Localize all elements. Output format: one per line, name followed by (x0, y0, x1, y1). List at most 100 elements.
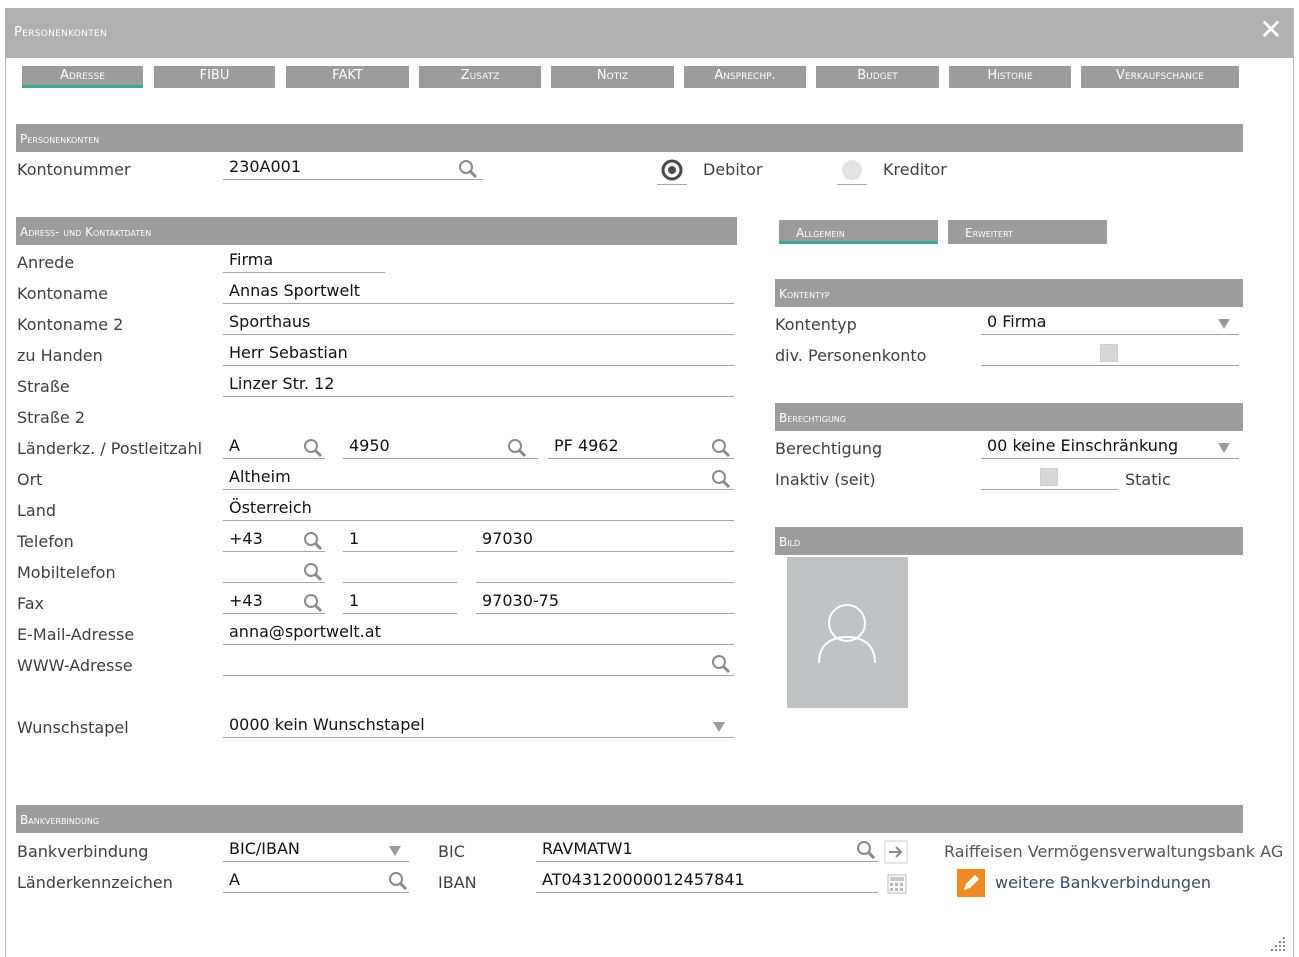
tab-fakt[interactable]: FAKT (286, 66, 409, 88)
static-label: Static (1125, 470, 1171, 489)
land-field[interactable]: Österreich (223, 497, 734, 521)
personenkonten-window: Personenkonten ✕ Adresse FIBU FAKT Zusat… (5, 8, 1294, 957)
search-icon[interactable] (710, 653, 732, 675)
div-personenkonto-label: div. Personenkonto (775, 346, 927, 365)
www-label: WWW-Adresse (17, 656, 133, 675)
ort-label: Ort (17, 470, 43, 489)
tab-fibu[interactable]: FIBU (154, 66, 275, 88)
tab-historie[interactable]: Historie (949, 66, 1071, 88)
calculator-icon[interactable] (886, 873, 908, 895)
kreditor-underline (837, 184, 867, 185)
laenderkennzeichen-field[interactable]: A (223, 869, 409, 893)
arrow-right-icon[interactable] (884, 840, 908, 864)
mobil-label: Mobiltelefon (17, 563, 116, 582)
title-bar: Personenkonten ✕ (6, 8, 1293, 58)
search-icon[interactable] (302, 437, 324, 459)
land-label: Land (17, 501, 57, 520)
div-personenkonto-checkbox[interactable] (1100, 344, 1118, 362)
search-icon[interactable] (710, 468, 732, 490)
zuhanden-label: zu Handen (17, 346, 103, 365)
plz-label: Länderkz. / Postleitzahl (17, 439, 203, 458)
inaktiv-checkbox[interactable] (1040, 468, 1058, 486)
chevron-down-icon[interactable] (712, 721, 726, 733)
search-icon[interactable] (302, 530, 324, 552)
kontoname-label: Kontoname (17, 284, 109, 303)
tab-budget[interactable]: Budget (816, 66, 939, 88)
section-adress: Adress- und Kontaktdaten (16, 217, 737, 245)
tab-notiz[interactable]: Notiz (551, 66, 674, 88)
subtab-erweitert[interactable]: Erweitert (948, 220, 1107, 244)
kontentyp-label: Kontentyp (775, 315, 857, 334)
search-icon[interactable] (302, 561, 324, 583)
laenderkennzeichen-label: Länderkennzeichen (17, 873, 173, 892)
section-bank: Bankverbindung (16, 805, 1243, 833)
iban-field[interactable]: AT043120000012457841 (536, 869, 878, 893)
anrede-field[interactable]: Firma (223, 249, 385, 273)
chevron-down-icon[interactable] (388, 845, 402, 857)
fax-label: Fax (17, 594, 45, 613)
kontoname-field[interactable]: Annas Sportwelt (223, 280, 734, 304)
telefon-label: Telefon (17, 532, 74, 551)
fax-number-field[interactable]: 97030-75 (476, 590, 734, 614)
subtab-allgemein[interactable]: Allgemein (779, 220, 938, 244)
bic-field[interactable]: RAVMATW1 (536, 838, 878, 862)
strasse2-label: Straße 2 (17, 408, 85, 427)
section-kontentyp: Kontentyp (775, 279, 1243, 307)
anrede-label: Anrede (17, 253, 75, 272)
strasse-field[interactable]: Linzer Str. 12 (223, 373, 734, 397)
tab-zusatz[interactable]: Zusatz (419, 66, 541, 88)
strasse-label: Straße (17, 377, 70, 396)
mobil-number-field[interactable] (476, 559, 734, 583)
search-icon[interactable] (302, 592, 324, 614)
berechtigung-select[interactable]: 00 keine Einschränkung (981, 435, 1239, 459)
inaktiv-label: Inaktiv (seit) (775, 470, 876, 489)
wunschstapel-select[interactable]: 0000 kein Wunschstapel (223, 714, 734, 738)
search-icon[interactable] (457, 158, 479, 180)
fax-area-field[interactable]: 1 (343, 590, 457, 614)
email-field[interactable]: anna@sportwelt.at (223, 621, 734, 645)
debitor-label: Debitor (703, 160, 763, 179)
resize-grip-icon[interactable] (1267, 933, 1287, 953)
debitor-underline (657, 184, 687, 185)
person-icon (818, 604, 876, 664)
wunschstapel-label: Wunschstapel (17, 718, 129, 737)
iban-label: IBAN (438, 873, 477, 892)
kontoname2-field[interactable]: Sporthaus (223, 311, 734, 335)
window-title: Personenkonten (14, 25, 108, 40)
kreditor-label: Kreditor (883, 160, 947, 179)
strasse2-field[interactable] (223, 404, 734, 428)
search-icon[interactable] (855, 839, 877, 861)
bank-name: Raiffeisen Vermögensverwaltungsbank AG (944, 842, 1284, 861)
email-label: E-Mail-Adresse (17, 625, 135, 644)
postfach-field[interactable]: PF 4962 (548, 435, 734, 459)
section-bild: Bild (775, 527, 1243, 555)
bankverbindung-label: Bankverbindung (17, 842, 149, 861)
mobil-area-field[interactable] (343, 559, 457, 583)
search-icon[interactable] (506, 437, 528, 459)
chevron-down-icon[interactable] (1217, 318, 1231, 330)
zuhanden-field[interactable]: Herr Sebastian (223, 342, 734, 366)
weitere-bankverbindungen-link[interactable]: weitere Bankverbindungen (995, 873, 1211, 892)
www-field[interactable] (223, 652, 734, 676)
close-icon[interactable]: ✕ (1256, 15, 1286, 45)
kontoname2-label: Kontoname 2 (17, 315, 124, 334)
berechtigung-label: Berechtigung (775, 439, 883, 458)
tab-ansprechp[interactable]: Ansprechp. (684, 66, 806, 88)
ort-field[interactable]: Altheim (223, 466, 734, 490)
search-icon[interactable] (710, 437, 732, 459)
chevron-down-icon[interactable] (1217, 442, 1231, 454)
debitor-radio[interactable] (661, 159, 683, 181)
avatar[interactable] (787, 557, 908, 708)
kontonummer-field[interactable]: 230A001 (223, 156, 483, 180)
edit-icon[interactable] (957, 869, 985, 897)
tab-adresse[interactable]: Adresse (22, 66, 143, 88)
kreditor-radio[interactable] (841, 159, 863, 181)
bic-label: BIC (438, 842, 465, 861)
section-berechtigung: Berechtigung (775, 403, 1243, 431)
telefon-area-field[interactable]: 1 (343, 528, 457, 552)
bankverbindung-select[interactable]: BIC/IBAN (223, 838, 409, 862)
tab-verkaufschance[interactable]: Verkaufschance (1081, 66, 1239, 88)
search-icon[interactable] (387, 870, 409, 892)
kontentyp-select[interactable]: 0 Firma (981, 311, 1239, 335)
telefon-number-field[interactable]: 97030 (476, 528, 734, 552)
